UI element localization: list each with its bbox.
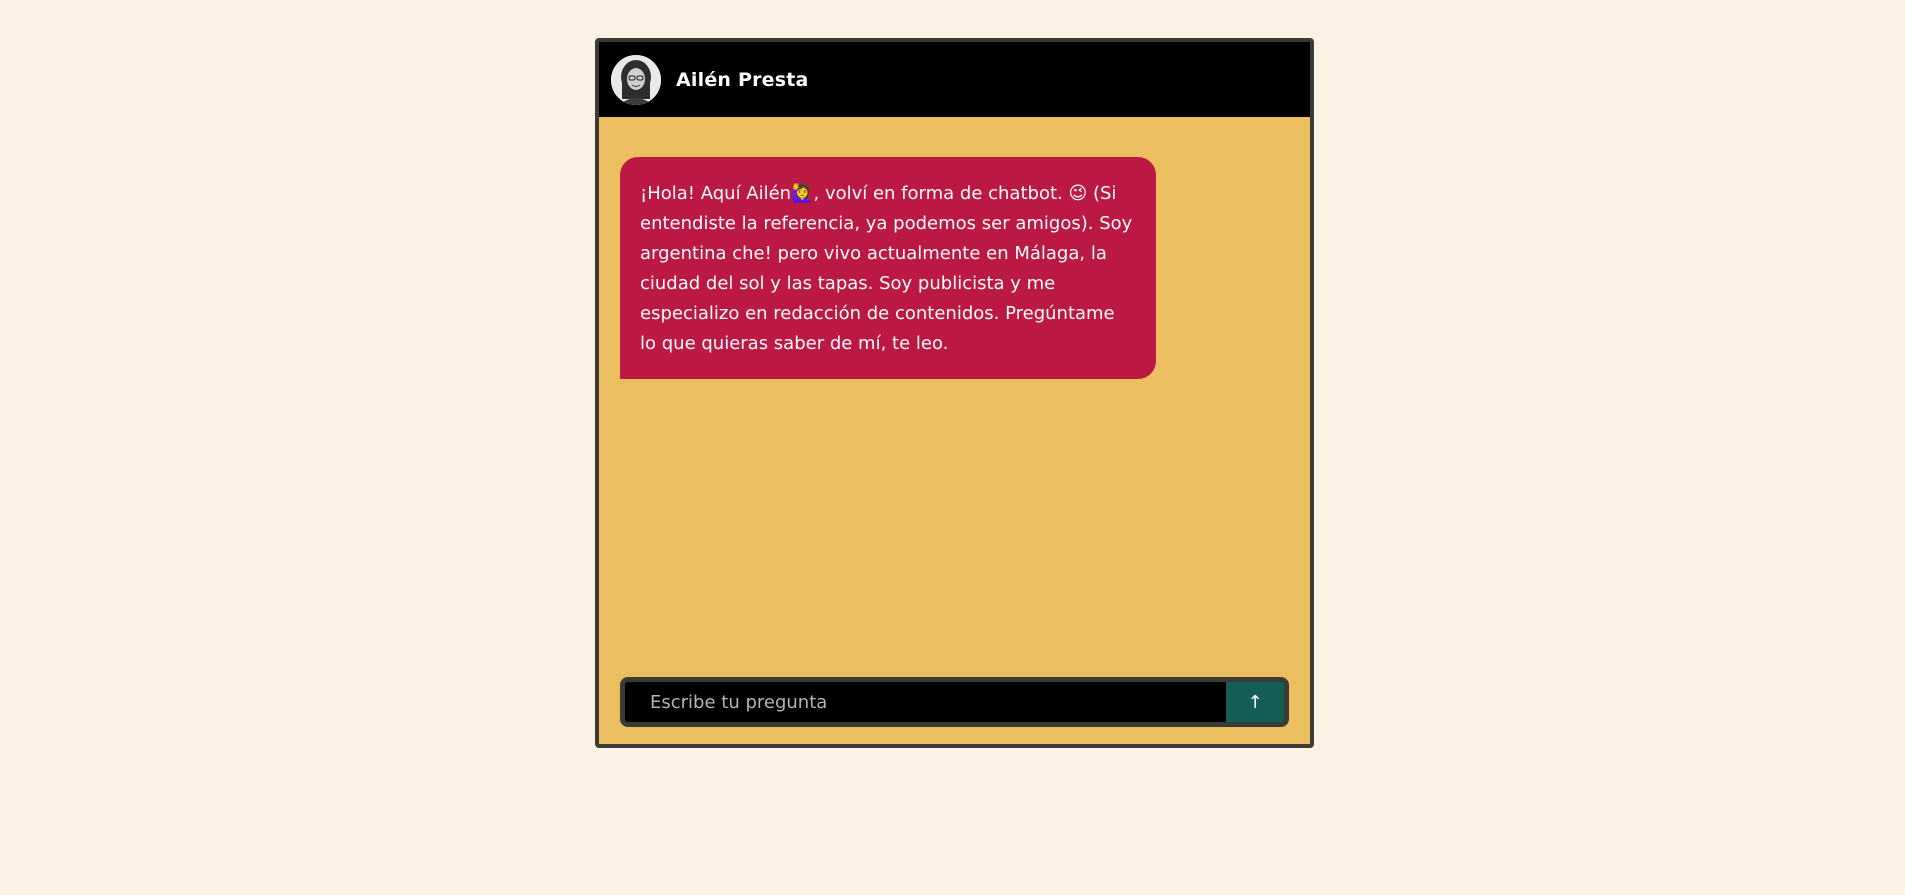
chat-header: Ailén Presta (599, 42, 1310, 117)
arrow-up-icon: ↑ (1247, 691, 1263, 713)
message-composer: ↑ (620, 677, 1289, 727)
avatar-photo-icon (611, 54, 661, 105)
bot-message-bubble: ¡Hola! Aquí Ailén🙋‍♀️, volví en forma de… (620, 157, 1156, 379)
question-input[interactable] (625, 682, 1226, 722)
avatar (611, 54, 661, 105)
message-list: ¡Hola! Aquí Ailén🙋‍♀️, volví en forma de… (599, 117, 1310, 674)
contact-name: Ailén Presta (676, 68, 809, 91)
chat-window: Ailén Presta ¡Hola! Aquí Ailén🙋‍♀️, volv… (595, 38, 1314, 748)
send-button[interactable]: ↑ (1226, 682, 1284, 722)
